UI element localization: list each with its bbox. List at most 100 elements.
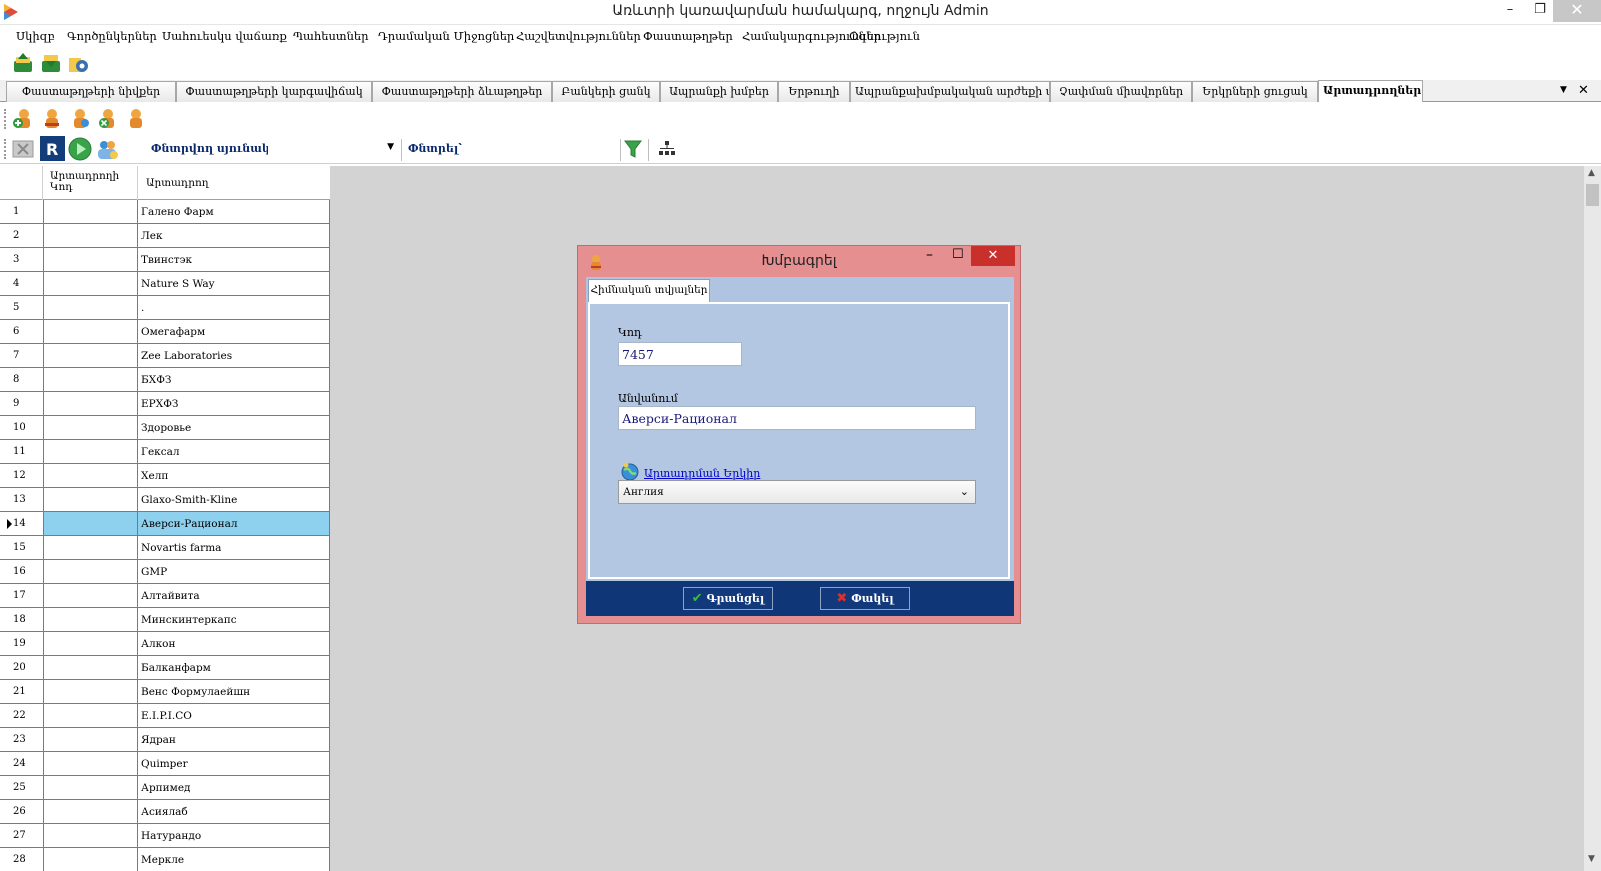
column-header-name[interactable]: Արտադրող	[138, 166, 330, 200]
manufacturer-icon[interactable]	[125, 107, 147, 129]
code-cell[interactable]	[43, 512, 138, 535]
scroll-down-icon[interactable]: ▼	[1588, 854, 1595, 864]
table-row[interactable]: 20 Балканфарм	[0, 656, 330, 680]
menu-item-documents[interactable]: Փաստաթղթեր	[643, 29, 733, 43]
name-cell[interactable]: Омегафарм	[138, 320, 330, 343]
name-field[interactable]: Аверси-Рационал	[618, 406, 976, 430]
name-cell[interactable]: .	[138, 296, 330, 319]
download-icon[interactable]	[40, 52, 62, 74]
table-row[interactable]: 21 Венс Формулаейшн	[0, 680, 330, 704]
name-cell[interactable]: GMP	[138, 560, 330, 583]
code-cell[interactable]	[43, 488, 138, 511]
table-row[interactable]: 10 Здоровье	[0, 416, 330, 440]
name-cell[interactable]: Алкон	[138, 632, 330, 655]
code-cell[interactable]	[43, 224, 138, 247]
table-row[interactable]: 22 E.I.P.I.CO	[0, 704, 330, 728]
code-cell[interactable]	[43, 320, 138, 343]
name-cell[interactable]: Quimper	[138, 752, 330, 775]
vertical-scrollbar[interactable]: ▲ ▼	[1584, 166, 1601, 871]
table-row[interactable]: 23 Ядран	[0, 728, 330, 752]
table-row[interactable]: 13 Glaxo-Smith-Kline	[0, 488, 330, 512]
table-row[interactable]: 24 Quimper	[0, 752, 330, 776]
code-cell[interactable]	[43, 680, 138, 703]
code-cell[interactable]	[43, 728, 138, 751]
play-icon[interactable]	[68, 137, 92, 161]
name-cell[interactable]: Балканфарм	[138, 656, 330, 679]
name-cell[interactable]: Меркле	[138, 848, 330, 871]
tab-country-list[interactable]: Երկրների ցուցակ	[1192, 81, 1318, 102]
table-row[interactable]: 16 GMP	[0, 560, 330, 584]
name-cell[interactable]: Novartis farma	[138, 536, 330, 559]
settings-icon[interactable]	[67, 52, 89, 74]
name-cell[interactable]: Хелп	[138, 464, 330, 487]
tab-document-forms[interactable]: Փաստաթղթերի ձևաթղթեր	[372, 81, 552, 102]
tab-bank-list[interactable]: Բանկերի ցանկ	[552, 81, 660, 102]
name-cell[interactable]: Аверси-Рационал	[138, 512, 330, 535]
table-row[interactable]: 2 Лек	[0, 224, 330, 248]
scrollbar-thumb[interactable]	[1586, 184, 1599, 206]
name-cell[interactable]: Натурандо	[138, 824, 330, 847]
toolbar-grip[interactable]	[4, 109, 6, 129]
name-cell[interactable]: Галено Фарм	[138, 200, 330, 223]
table-row[interactable]: 3 Твинстэк	[0, 248, 330, 272]
search-input[interactable]	[463, 139, 618, 159]
dialog-maximize-button[interactable]: ☐	[952, 247, 964, 262]
name-cell[interactable]: Glaxo-Smith-Kline	[138, 488, 330, 511]
name-cell[interactable]: Твинстэк	[138, 248, 330, 271]
menu-item-partners[interactable]: Գործընկերներ	[67, 29, 157, 43]
table-row[interactable]: 15 Novartis farma	[0, 536, 330, 560]
code-cell[interactable]	[43, 248, 138, 271]
code-cell[interactable]	[43, 752, 138, 775]
code-cell[interactable]	[43, 776, 138, 799]
tab-close-icon[interactable]: ✕	[1578, 83, 1589, 98]
tab-document-status[interactable]: Փաստաթղթերի կարգավիճակ	[176, 81, 372, 102]
table-row[interactable]: 27 Натурандо	[0, 824, 330, 848]
add-manufacturer-icon[interactable]	[12, 107, 34, 129]
table-row[interactable]: 26 Асиялаб	[0, 800, 330, 824]
table-row[interactable]: 9 ЕРХФЗ	[0, 392, 330, 416]
code-cell[interactable]	[43, 416, 138, 439]
window-minimize-button[interactable]: –	[1495, 0, 1525, 22]
dialog-minimize-button[interactable]: –	[926, 247, 933, 263]
table-row[interactable]: 6 Омегафарм	[0, 320, 330, 344]
hierarchy-icon[interactable]	[658, 140, 676, 158]
country-link[interactable]: Արտադրման Երկիր	[644, 467, 760, 480]
code-cell[interactable]	[43, 656, 138, 679]
code-cell[interactable]	[43, 368, 138, 391]
table-row[interactable]: 11 Гексал	[0, 440, 330, 464]
name-cell[interactable]: E.I.P.I.CO	[138, 704, 330, 727]
name-cell[interactable]: Ядран	[138, 728, 330, 751]
code-cell[interactable]	[43, 440, 138, 463]
name-cell[interactable]: Алтайвита	[138, 584, 330, 607]
code-cell[interactable]	[43, 584, 138, 607]
edit-manufacturer-icon[interactable]	[41, 107, 63, 129]
code-cell[interactable]	[43, 608, 138, 631]
code-cell[interactable]	[43, 800, 138, 823]
upload-icon[interactable]	[12, 52, 34, 74]
refresh-icon[interactable]: R	[40, 136, 65, 161]
name-cell[interactable]: Асиялаб	[138, 800, 330, 823]
menu-item-reports[interactable]: Հաշվետվություններ	[516, 29, 641, 43]
dialog-close-button[interactable]: ✕	[971, 246, 1015, 266]
window-close-button[interactable]: ✕	[1553, 0, 1601, 22]
tab-main-data[interactable]: Հիմնական տվյալներ	[588, 279, 710, 302]
code-cell[interactable]	[43, 272, 138, 295]
tab-route[interactable]: Երթուղի	[778, 81, 850, 102]
name-cell[interactable]: Nature S Way	[138, 272, 330, 295]
table-row[interactable]: 7 Zee Laboratories	[0, 344, 330, 368]
close-button[interactable]: ✖ Փակել	[820, 587, 910, 610]
code-cell[interactable]	[43, 344, 138, 367]
code-cell[interactable]	[43, 464, 138, 487]
menu-item-sales[interactable]: Սահուեսկս վաճառք	[162, 29, 287, 43]
name-cell[interactable]: Арпимед	[138, 776, 330, 799]
table-row[interactable]: 8 БХФЗ	[0, 368, 330, 392]
table-row[interactable]: 4 Nature S Way	[0, 272, 330, 296]
table-row[interactable]: 25 Арпимед	[0, 776, 330, 800]
code-cell[interactable]	[43, 824, 138, 847]
column-header-code[interactable]: Արտադրողի Կոդ	[43, 166, 138, 200]
code-cell[interactable]	[43, 848, 138, 871]
clear-icon[interactable]	[12, 138, 34, 160]
table-row[interactable]: 5.	[0, 296, 330, 320]
name-cell[interactable]: Здоровье	[138, 416, 330, 439]
code-cell[interactable]	[43, 536, 138, 559]
